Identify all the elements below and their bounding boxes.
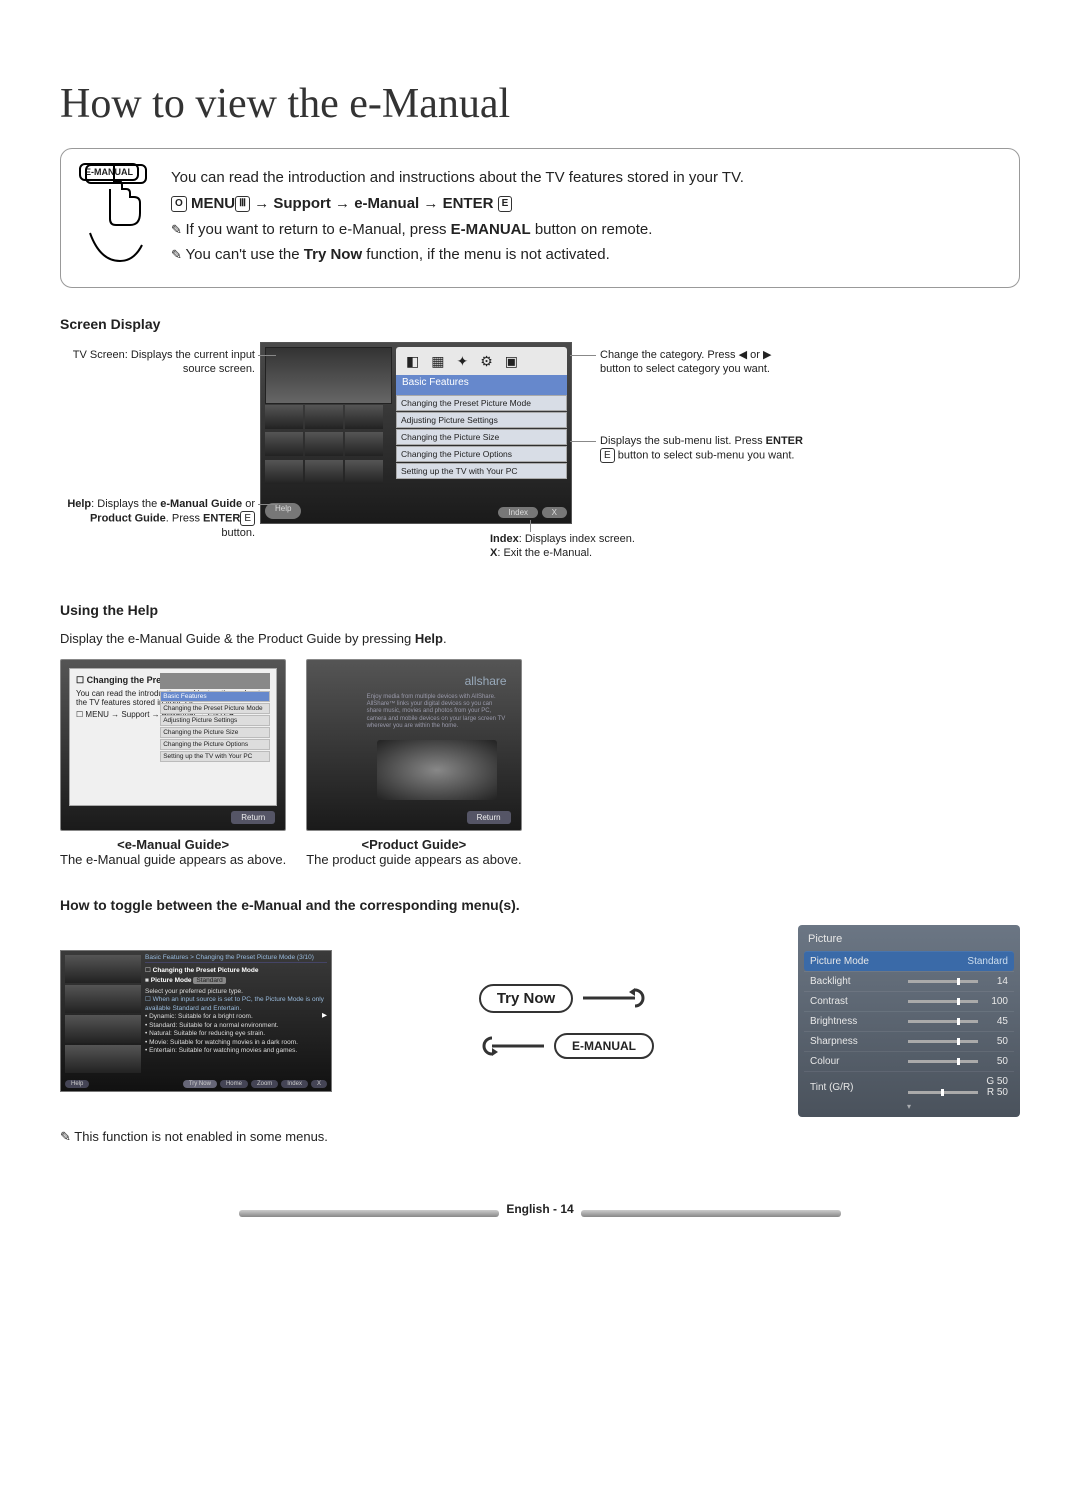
- trynow-pill[interactable]: Try Now: [183, 1080, 217, 1088]
- exit-button[interactable]: X: [542, 507, 567, 518]
- path-support: Support: [273, 195, 331, 212]
- callout-tv: TV Screen: Displays the current input so…: [60, 348, 255, 377]
- hand-press-icon: [75, 163, 157, 263]
- emanual-guide-shot: ☐ Changing the Preset Picture Mode You c…: [60, 659, 286, 831]
- cat-icon: ◧: [406, 353, 419, 370]
- submenu-item: Changing the Picture Size: [396, 429, 567, 445]
- cat-icon: ✦: [456, 353, 468, 370]
- emanual-caption-desc: The e-Manual guide appears as above.: [60, 852, 286, 867]
- return-button[interactable]: Return: [467, 811, 511, 824]
- toggle-title: How to toggle between the e-Manual and t…: [60, 897, 1020, 913]
- path-menu: MENU: [191, 195, 235, 212]
- enter-glyph-icon: E: [600, 448, 615, 463]
- page-footer: English - 14: [60, 1205, 1020, 1220]
- menu-glyph-icon: Ⅲ: [235, 196, 250, 213]
- submenu-item: Adjusting Picture Settings: [396, 412, 567, 428]
- using-help-desc: Display the e-Manual Guide & the Product…: [60, 631, 1020, 646]
- emanual-button[interactable]: E-MANUAL: [554, 1033, 654, 1059]
- menu-path: O MENUⅢ → Support → e-Manual → ENTER E: [171, 193, 1001, 215]
- picture-menu-row[interactable]: Tint (G/R)G 50 R 50: [804, 1071, 1014, 1102]
- emanual-caption-title: <e-Manual Guide>: [60, 837, 286, 852]
- toggle-figure: Basic Features > Changing the Preset Pic…: [60, 925, 1020, 1117]
- using-help-title: Using the Help: [60, 602, 1020, 618]
- toggle-note: This function is not enabled in some men…: [60, 1129, 1020, 1145]
- submenu-list: Changing the Preset Picture Mode Adjusti…: [396, 395, 567, 480]
- picture-menu-title: Picture: [808, 933, 1010, 945]
- picture-menu-row[interactable]: Colour50: [804, 1051, 1014, 1071]
- breadcrumb: Basic Features > Changing the Preset Pic…: [145, 954, 327, 963]
- submenu-item: Changing the Picture Options: [396, 446, 567, 462]
- x-pill[interactable]: X: [311, 1080, 327, 1088]
- mini-tv-thumb: [160, 673, 270, 689]
- screen-display-figure: ◧ ▦ ✦ ⚙ ▣ Basic Features Changing the Pr…: [60, 342, 1020, 572]
- path-emanual: e-Manual: [354, 195, 419, 212]
- product-guide-shot: allshare Enjoy media from multiple devic…: [306, 659, 521, 831]
- product-caption-title: <Product Guide>: [306, 837, 521, 852]
- thumbnail-grid: [265, 405, 390, 485]
- submenu-item: Setting up the TV with Your PC: [396, 463, 567, 479]
- home-pill[interactable]: Home: [220, 1080, 248, 1088]
- picture-menu-row[interactable]: Backlight14: [804, 971, 1014, 991]
- submenu-item: Changing the Preset Picture Mode: [396, 395, 567, 411]
- picture-menu-row[interactable]: Brightness45: [804, 1011, 1014, 1031]
- screen-display-title: Screen Display: [60, 316, 1020, 332]
- callout-category: Change the category. Press ◀ or ▶ button…: [600, 348, 800, 377]
- devices-graphic: [377, 740, 497, 800]
- picture-menu-row[interactable]: Picture ModeStandard: [804, 951, 1014, 971]
- product-caption-desc: The product guide appears as above.: [306, 852, 521, 867]
- allshare-blurb: Enjoy media from multiple devices with A…: [367, 694, 507, 730]
- index-button[interactable]: Index: [498, 507, 538, 518]
- picture-menu-row[interactable]: Contrast100: [804, 991, 1014, 1011]
- enter-glyph-icon: E: [240, 511, 255, 526]
- picture-menu: Picture Picture ModeStandardBacklight14C…: [798, 925, 1020, 1117]
- page-number: English - 14: [502, 1202, 577, 1216]
- zoom-pill[interactable]: Zoom: [251, 1080, 278, 1088]
- return-button[interactable]: Return: [231, 811, 275, 824]
- intro-note-1: If you want to return to e-Manual, press…: [171, 219, 1001, 241]
- index-pill[interactable]: Index: [281, 1080, 308, 1088]
- picture-menu-row[interactable]: Sharpness50: [804, 1031, 1014, 1051]
- help-pill[interactable]: Help: [65, 1080, 89, 1088]
- o-icon: O: [171, 196, 187, 213]
- emanual-screenshot: ◧ ▦ ✦ ⚙ ▣ Basic Features Changing the Pr…: [260, 342, 572, 524]
- cat-icon: ⚙: [480, 353, 493, 370]
- tv-screen-thumb: [265, 347, 392, 404]
- intro-text: You can read the introduction and instru…: [171, 167, 1001, 189]
- chevron-down-icon: ▾: [804, 1102, 1014, 1111]
- scroll-arrow-icon: ▶: [322, 1011, 327, 1019]
- callout-help: Help: Displays the e-Manual Guide or Pro…: [60, 497, 255, 541]
- callout-submenu: Displays the sub-menu list. Press ENTERE…: [600, 434, 810, 463]
- emanual-detail-shot: Basic Features > Changing the Preset Pic…: [60, 950, 332, 1092]
- page-title: How to view the e-Manual: [60, 80, 1020, 128]
- category-icon-row: ◧ ▦ ✦ ⚙ ▣: [396, 347, 567, 375]
- cat-icon: ▦: [431, 353, 444, 370]
- intro-note-2: You can't use the Try Now function, if t…: [171, 244, 1001, 266]
- help-button[interactable]: Help: [265, 503, 301, 519]
- try-now-button[interactable]: Try Now: [479, 984, 573, 1013]
- mini-submenu: Basic Features Changing the Preset Pictu…: [160, 691, 270, 763]
- enter-glyph-icon: E: [498, 196, 513, 213]
- category-label: Basic Features: [396, 375, 567, 397]
- allshare-logo: allshare: [465, 674, 507, 688]
- intro-box: E-MANUAL You can read the introduction a…: [60, 148, 1020, 288]
- cat-icon: ▣: [505, 353, 518, 370]
- callout-index: Index: Displays index screen. X: Exit th…: [490, 532, 750, 561]
- arrow-left-icon: [476, 1034, 546, 1058]
- path-enter: ENTER: [443, 195, 494, 212]
- arrow-right-icon: [581, 986, 651, 1010]
